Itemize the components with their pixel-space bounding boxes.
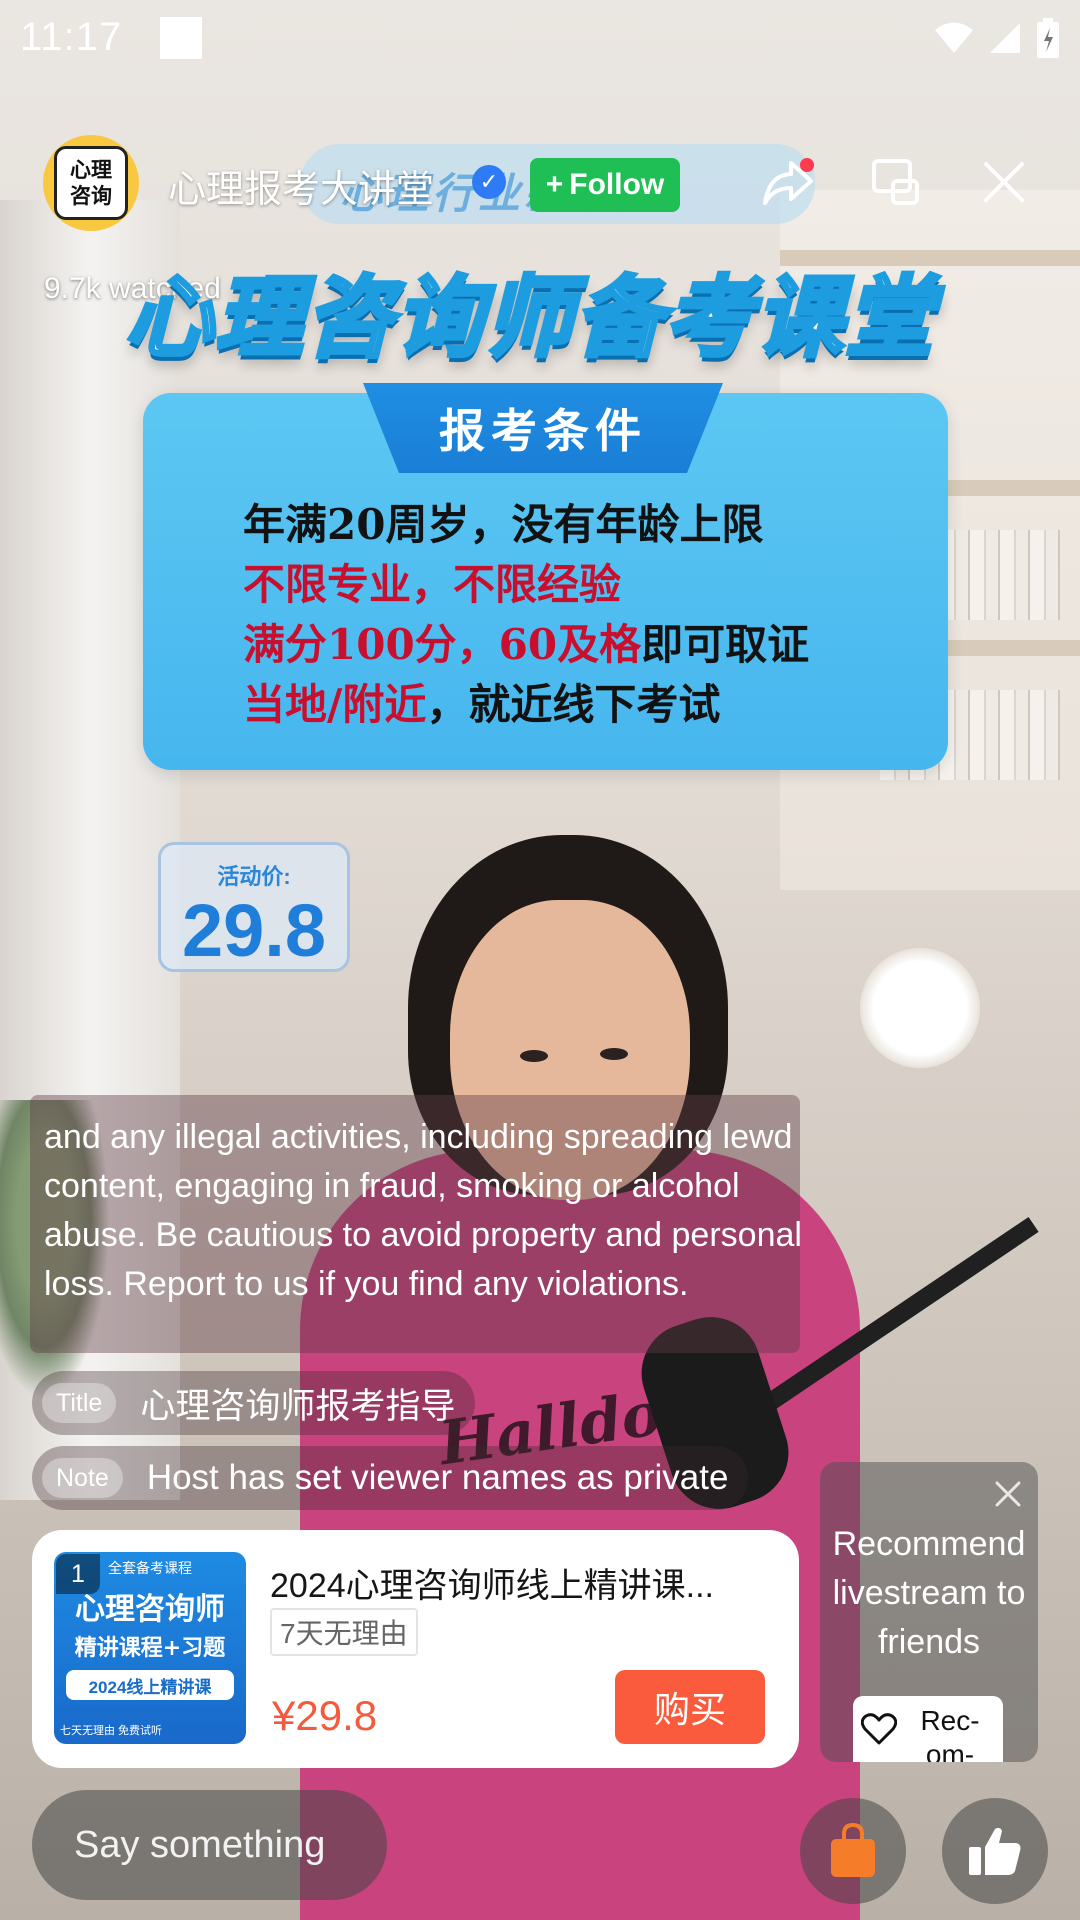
host-name[interactable]: 心理报考大讲堂 (168, 158, 434, 213)
slide-line: 不限专业，不限经验 (243, 555, 809, 615)
follow-label: Follow (569, 168, 665, 201)
shopping-bag-icon (831, 1823, 875, 1877)
eye (600, 1048, 628, 1060)
battery-icon (1037, 17, 1059, 58)
lamp (860, 948, 980, 1068)
note-text: Host has set viewer names as private (146, 1458, 729, 1497)
comment-input[interactable]: Say something (32, 1790, 387, 1900)
avatar-text-line: 心理 (70, 158, 112, 182)
avatar-text-line: 咨询 (70, 184, 112, 208)
buy-button[interactable]: 购买 (615, 1670, 765, 1744)
note-row: Note Host has set viewer names as privat… (32, 1446, 749, 1510)
product-title: 2024心理咨询师线上精讲课... (270, 1567, 714, 1605)
slide-line-text: 即可取证 (641, 620, 810, 669)
slide-card-lines: 年满20周岁，没有年龄上限 不限专业，不限经验 满分100分，60及格即可取证 … (243, 495, 809, 735)
product-image-text: 精讲课程+习题 (74, 1635, 226, 1661)
like-button[interactable] (942, 1798, 1048, 1904)
slide-line: 年满20周岁，没有年龄上限 (243, 495, 809, 555)
notification-icon (160, 16, 203, 59)
product-card[interactable]: 全套备考课程 心理咨询师 精讲课程+习题 2024线上精讲课 七天无理由 免费试… (32, 1530, 799, 1768)
title-text: 心理咨询师报考指导 (140, 1386, 456, 1426)
slide-line: 满分100分，60及格即可取证 (243, 615, 809, 675)
recommend-button-label: Rec-om- (920, 1705, 980, 1762)
thumbs-up-icon (969, 1827, 1021, 1875)
slide-line-text: 不限专业，不限经验 (243, 560, 622, 609)
status-time: 11:17 (20, 15, 123, 59)
product-rank-badge: 1 (56, 1554, 100, 1594)
shopping-bag-button[interactable] (800, 1798, 906, 1904)
share-icon[interactable] (758, 152, 818, 212)
product-price: ¥29.8 (272, 1692, 378, 1739)
livestream-video[interactable]: Halldone 11:17 心理行业新机遇 心理 咨询 心理报考大讲堂 ✓ +… (0, 0, 1080, 1920)
plus-icon: + (545, 168, 564, 201)
live-header: 心理行业新机遇 心理 咨询 心理报考大讲堂 ✓ + Follow 9.7k wa… (40, 130, 1060, 305)
promo-price-box: 活动价: 29.8 (158, 842, 350, 972)
community-notice: and any illegal activities, including sp… (30, 1095, 802, 1353)
note-tag: Note (42, 1458, 123, 1498)
books (940, 530, 1060, 620)
slide-line: 当地/附近，就近线下考试 (243, 675, 809, 735)
avatar-logo: 心理 咨询 (54, 146, 128, 220)
signal-icon (990, 22, 1020, 53)
recommend-text: Recommend livestream to friends (832, 1525, 1026, 1661)
follow-button[interactable]: + Follow (530, 158, 680, 212)
promo-price-label: 活动价: (217, 864, 291, 889)
slide-banner: 心理咨询师备考课堂 (123, 264, 935, 371)
avatar[interactable]: 心理 咨询 (43, 135, 139, 231)
community-notice-text: and any illegal activities, including sp… (44, 1118, 802, 1303)
product-image-text: 2024线上精讲课 (66, 1670, 234, 1700)
promo-price-value: 29.8 (181, 889, 327, 972)
screen-mirror-icon[interactable] (866, 152, 926, 212)
verified-icon: ✓ (472, 165, 506, 199)
slide-line-text: 年满20周岁，没有年龄上限 (243, 500, 764, 549)
slide-line-text: ，就近线下考试 (426, 680, 721, 729)
wifi-icon (935, 22, 973, 53)
status-bar: 11:17 (0, 0, 1080, 75)
slide-card: 报考条件 年满20周岁，没有年龄上限 不限专业，不限经验 满分100分，60及格… (143, 383, 948, 770)
close-icon[interactable] (990, 1476, 1026, 1512)
close-icon[interactable] (974, 152, 1034, 212)
eye (520, 1050, 548, 1062)
product-return-tag: 7天无理由 (270, 1608, 418, 1656)
recommend-card: Recommend livestream to friends Rec-om- (820, 1462, 1038, 1762)
slide-card-title: 报考条件 (363, 383, 723, 473)
heart-icon (861, 1713, 897, 1745)
slide-line-text: 满分100分，60及格 (243, 620, 642, 669)
recommend-button[interactable]: Rec-om- (853, 1696, 1003, 1762)
title-row: Title 心理咨询师报考指导 (32, 1371, 476, 1435)
product-image-text: 七天无理由 免费试听 (60, 1725, 163, 1737)
title-tag: Title (42, 1383, 117, 1423)
slide-line-text: 当地/附近 (243, 680, 427, 729)
